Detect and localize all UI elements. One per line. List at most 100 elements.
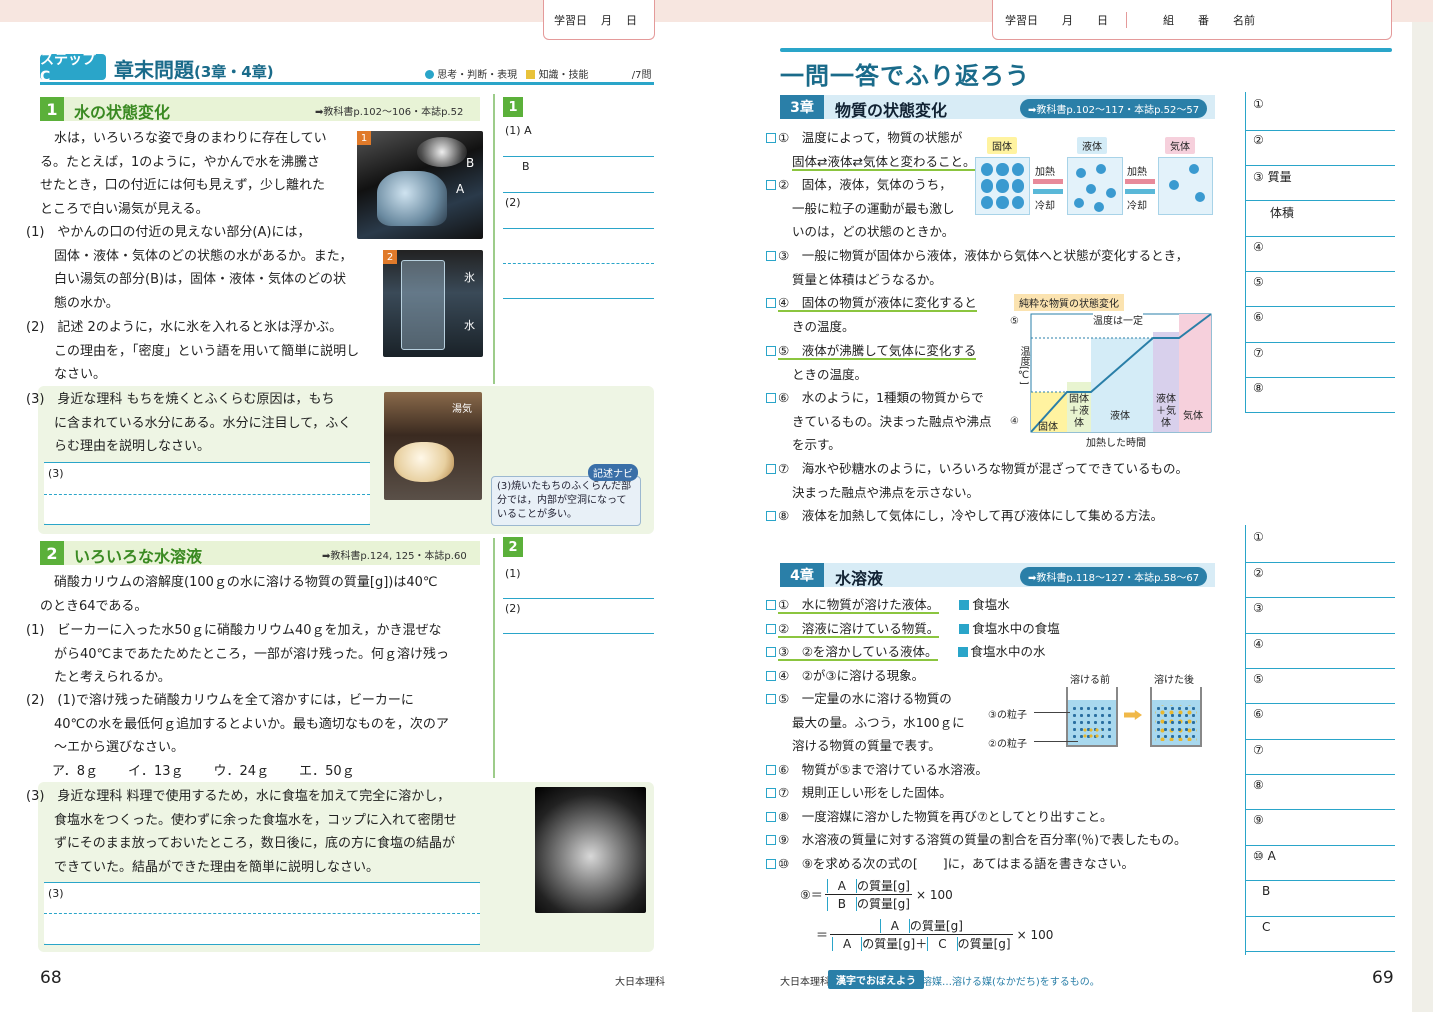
ch4-answer-5: ⑤ xyxy=(1253,672,1264,686)
blank-c[interactable]: C xyxy=(927,937,958,951)
checkbox[interactable] xyxy=(766,811,776,822)
footer-brand-right: 大日本理科 xyxy=(780,977,830,988)
answer-rule[interactable] xyxy=(1245,633,1395,634)
answer-rule[interactable] xyxy=(1245,236,1395,237)
arrow-cool-1: 冷却 xyxy=(1035,201,1055,212)
checkbox[interactable] xyxy=(766,858,776,869)
leader-line xyxy=(1034,741,1078,742)
choice-u[interactable]: ウ．24ｇ xyxy=(214,760,270,784)
answer-rule[interactable] xyxy=(1245,739,1395,740)
answer-rule[interactable] xyxy=(1245,597,1395,598)
checkbox[interactable] xyxy=(766,511,776,521)
q-line: 態の水か。 xyxy=(54,295,119,311)
blank-a[interactable]: A xyxy=(879,919,910,933)
checkbox[interactable] xyxy=(766,251,776,261)
intro-line: のとき64である。 xyxy=(40,598,148,614)
item-text: ① 温度によって，物質の状態が xyxy=(778,130,963,145)
answer-rule[interactable] xyxy=(1245,562,1395,563)
intro-line: 硝酸カリウムの溶解度(100ｇの水に溶ける物質の質量[g])は40℃ xyxy=(54,575,438,590)
answer-rule[interactable] xyxy=(1245,165,1395,166)
answer-rule[interactable] xyxy=(1245,306,1395,307)
answer-rule[interactable] xyxy=(1245,774,1395,775)
answer-rule[interactable] xyxy=(1245,271,1395,272)
answer-rule[interactable] xyxy=(1245,377,1395,378)
checkbox[interactable] xyxy=(766,670,776,681)
checkbox[interactable] xyxy=(766,623,776,634)
section-1-number: 1 xyxy=(40,97,64,121)
answer-rule[interactable] xyxy=(503,156,654,157)
answer-1-b-label: B xyxy=(522,160,530,173)
date-label: 学習日 xyxy=(1005,13,1038,27)
q-line: 白い湯気の部分(B)は，固体・液体・気体のどの状 xyxy=(54,272,347,287)
answer-rule[interactable] xyxy=(1245,951,1395,952)
state-diagram: 固体 液体 気体 加熱 冷却 加熱 冷却 xyxy=(975,137,1215,217)
q-line: がら40℃まであたためたところ，一部が溶け残った。何ｇ溶け残っ xyxy=(54,646,450,662)
checkbox[interactable] xyxy=(766,600,776,610)
state-gas-label: 気体 xyxy=(1165,137,1195,154)
blank-b[interactable]: B xyxy=(826,897,857,911)
hint-line: (3)焼いたもちのふくらんだ部 xyxy=(497,481,632,492)
checkbox[interactable] xyxy=(766,133,776,143)
think-icon xyxy=(425,70,434,79)
answer-rule[interactable] xyxy=(1245,809,1395,810)
answer-column-2 xyxy=(493,538,495,778)
ch3-answer-5: ⑤ xyxy=(1253,275,1264,289)
heat-arrow-1 xyxy=(1033,179,1063,184)
ch3-answer-8: ⑧ xyxy=(1253,381,1264,395)
header-rule xyxy=(40,82,654,85)
checkbox[interactable] xyxy=(766,393,776,403)
choice-e[interactable]: エ．50ｇ xyxy=(299,760,355,784)
checkbox[interactable] xyxy=(766,788,776,798)
answer-rule xyxy=(44,944,480,945)
answer-box-1-3[interactable] xyxy=(44,462,370,524)
ch3-answer-1: ① xyxy=(1253,97,1264,111)
checkbox[interactable] xyxy=(766,464,776,474)
blank-a[interactable]: A xyxy=(832,937,863,951)
example-icon xyxy=(957,647,968,657)
chapter-4-title: 水溶液 xyxy=(835,569,884,588)
ch3-answer-3-volume: 体積 xyxy=(1270,206,1295,220)
graph-marker-5: ⑤ xyxy=(1010,316,1019,327)
answer-rule[interactable] xyxy=(1245,412,1395,413)
q-line: なさい。 xyxy=(54,367,107,382)
question-count: /7問 xyxy=(631,70,652,81)
blank-a[interactable]: A xyxy=(826,879,857,893)
answer-rule[interactable] xyxy=(503,298,654,299)
intro-line: ところで白い湯気が見える。 xyxy=(40,201,209,217)
answer-rule[interactable] xyxy=(503,192,654,193)
page-title: 章末問題(3章・4章) xyxy=(114,54,274,83)
answer-2-2-label: (2) xyxy=(505,602,521,615)
answer-rule[interactable] xyxy=(1245,845,1395,846)
checkbox[interactable] xyxy=(766,298,776,308)
answer-rule[interactable] xyxy=(1245,668,1395,669)
answer-rule[interactable] xyxy=(1245,130,1395,131)
item-text: ③ ②を溶かしている液体。 xyxy=(778,644,938,661)
answer-rule[interactable] xyxy=(503,228,654,229)
checkbox[interactable] xyxy=(766,694,776,704)
example-text: 食塩水 xyxy=(972,597,1010,612)
answer-rule[interactable] xyxy=(503,598,654,599)
name-label: 名前 xyxy=(1233,13,1255,27)
answer-rule[interactable] xyxy=(1245,342,1395,343)
answer-rule[interactable] xyxy=(1245,200,1395,201)
checkbox[interactable] xyxy=(766,346,776,356)
section-2-number: 2 xyxy=(40,541,64,565)
answer-rule[interactable] xyxy=(1245,916,1395,917)
name-box[interactable]: 学習日 月 日 組 番 名前 xyxy=(992,0,1392,40)
checkbox[interactable] xyxy=(766,180,776,190)
choice-i[interactable]: イ．13ｇ xyxy=(128,760,184,784)
checkbox[interactable] xyxy=(766,647,776,657)
checkbox[interactable] xyxy=(766,764,776,775)
answer-rule[interactable] xyxy=(1245,703,1395,704)
checkbox[interactable] xyxy=(766,835,776,845)
graph-solid-label: 固体 xyxy=(1038,422,1058,433)
choice-a[interactable]: ア．8ｇ xyxy=(52,760,98,784)
answer-rule[interactable] xyxy=(503,633,654,634)
answer-rule[interactable] xyxy=(1245,880,1395,881)
q-line: に含まれている水分にある。水分に注目して，ふく xyxy=(54,415,352,431)
ch3-answer-3-mass: ③ 質量 xyxy=(1253,170,1292,184)
example-text: 食塩水中の食塩 xyxy=(972,620,1060,636)
ch4-answer-9: ⑨ xyxy=(1253,813,1264,827)
arrow-cool-2: 冷却 xyxy=(1127,201,1147,212)
item-text: ② 固体，液体，気体のうち， xyxy=(778,177,952,192)
